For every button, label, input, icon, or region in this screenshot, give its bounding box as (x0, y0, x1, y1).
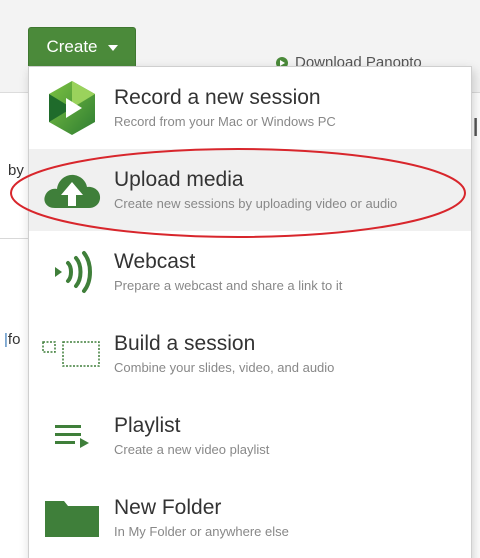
create-button[interactable]: Create (28, 27, 136, 67)
menu-item-title: Webcast (114, 250, 196, 273)
menu-item-build-session[interactable]: Build a session Combine your slides, vid… (29, 313, 471, 395)
create-button-label: Create (46, 37, 98, 56)
menu-item-subtitle: Record from your Mac or Windows PC (114, 114, 336, 129)
menu-item-subtitle: Create a new video playlist (114, 442, 270, 457)
background-text-fragment: I (472, 112, 480, 142)
menu-item-title: Record a new session (114, 86, 321, 109)
menu-item-new-folder[interactable]: New Folder In My Folder or anywhere else (29, 477, 471, 558)
chevron-down-icon (107, 45, 118, 51)
panopto-page: Create Download Panopto by |fo I Record … (0, 0, 480, 558)
build-session-icon (39, 313, 105, 395)
menu-item-title: Upload media (114, 168, 244, 191)
menu-item-title: Build a session (114, 332, 256, 355)
menu-item-upload-media[interactable]: Upload media Create new sessions by uplo… (29, 149, 471, 231)
background-divider (0, 238, 30, 239)
background-text-fragment: |fo (4, 331, 21, 348)
create-dropdown-menu: Record a new session Record from your Ma… (28, 66, 472, 558)
menu-item-subtitle: Create new sessions by uploading video o… (114, 196, 398, 211)
menu-item-title: Playlist (114, 414, 181, 437)
background-text-fragment: by (8, 162, 24, 179)
panopto-record-icon (39, 67, 105, 149)
menu-item-subtitle: Combine your slides, video, and audio (114, 360, 335, 375)
menu-item-webcast[interactable]: Webcast Prepare a webcast and share a li… (29, 231, 471, 313)
menu-item-subtitle: Prepare a webcast and share a link to it (114, 278, 343, 293)
playlist-icon (39, 395, 105, 477)
cloud-upload-icon (39, 149, 105, 231)
folder-icon (39, 477, 105, 558)
menu-item-record-session[interactable]: Record a new session Record from your Ma… (29, 67, 471, 149)
menu-item-playlist[interactable]: Playlist Create a new video playlist (29, 395, 471, 477)
webcast-icon (39, 231, 105, 313)
menu-item-title: New Folder (114, 496, 222, 519)
menu-item-subtitle: In My Folder or anywhere else (114, 524, 289, 539)
